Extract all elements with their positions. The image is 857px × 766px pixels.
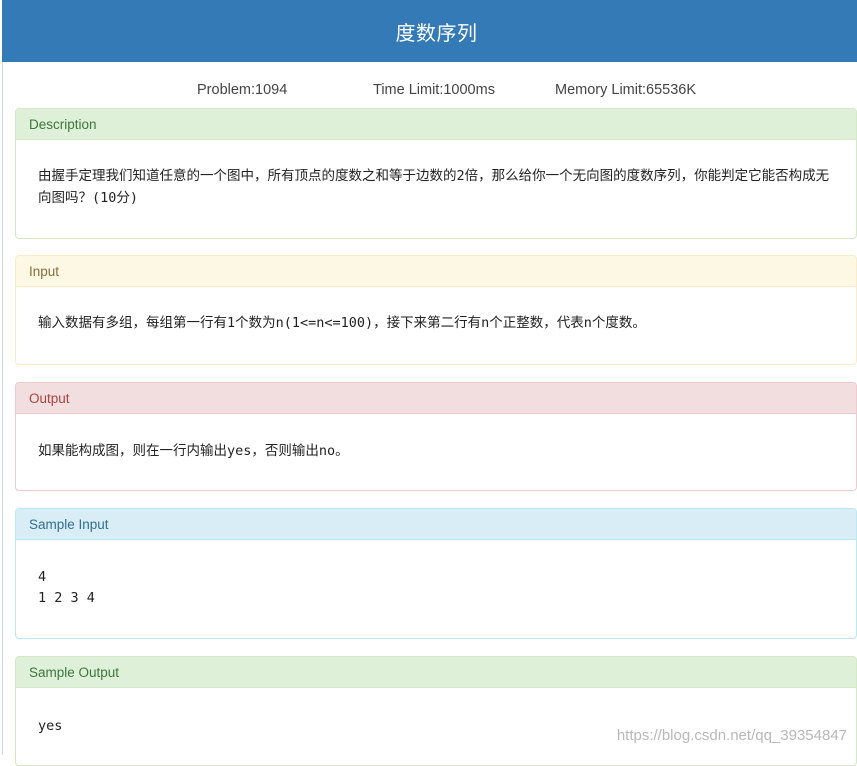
sample-output-heading: Sample Output xyxy=(16,657,856,688)
sample-input-panel: Sample Input 4 1 2 3 4 xyxy=(15,508,857,639)
description-text: 由握手定理我们知道任意的一个图中，所有顶点的度数之和等于边数的2倍，那么给你一个… xyxy=(38,168,830,206)
problem-meta: Problem:1094 Time Limit:1000ms Memory Li… xyxy=(0,82,857,102)
output-heading: Output xyxy=(16,383,856,414)
description-panel: Description 由握手定理我们知道任意的一个图中，所有顶点的度数之和等于… xyxy=(15,108,857,239)
input-panel: Input 输入数据有多组，每组第一行有1个数为n(1<=n<=100)，接下来… xyxy=(15,255,857,365)
sample-input-line: 1 2 3 4 xyxy=(38,590,95,606)
time-limit: Time Limit:1000ms xyxy=(373,82,495,98)
output-panel: Output 如果能构成图，则在一行内输出yes，否则输出no。 xyxy=(15,382,857,491)
sample-input-body[interactable]: 4 1 2 3 4 xyxy=(16,540,856,609)
page-title: 度数序列 xyxy=(395,20,478,45)
input-text: 输入数据有多组，每组第一行有1个数为n(1<=n<=100)，接下来第二行有n个… xyxy=(38,315,646,331)
source-watermark: https://blog.csdn.net/qq_39354847 xyxy=(616,727,847,744)
sample-input-line: 4 xyxy=(38,569,47,585)
description-heading: Description xyxy=(16,109,856,140)
problem-id: Problem:1094 xyxy=(197,82,288,98)
sample-output-panel: Sample Output yes xyxy=(15,656,857,766)
memory-limit: Memory Limit:65536K xyxy=(555,82,697,98)
input-heading: Input xyxy=(16,256,856,287)
sample-input-heading: Sample Input xyxy=(16,509,856,540)
output-text: 如果能构成图，则在一行内输出yes，否则输出no。 xyxy=(38,443,349,459)
title-bar: 度数序列 xyxy=(2,0,857,62)
